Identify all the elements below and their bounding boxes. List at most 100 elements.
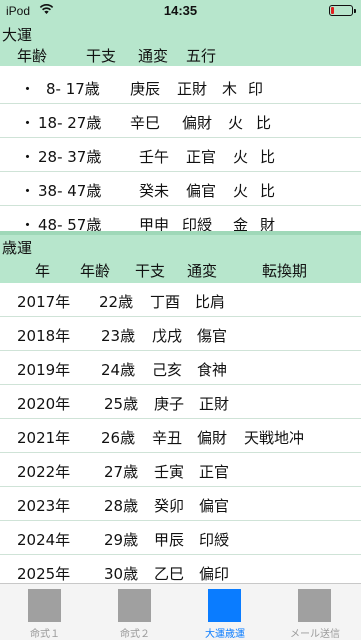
tab-label: 命式１: [30, 629, 60, 640]
saiun-tsuhen: 偏財: [197, 429, 228, 447]
saiun-row[interactable]: 2020年 25歳 庚子 正財: [0, 385, 361, 419]
tab-label: 命式２: [120, 629, 150, 640]
taiun-gogyo-2: 比: [256, 114, 272, 132]
taiun-col-age: 年齢: [17, 47, 48, 65]
tab-placeholder-icon: [298, 589, 331, 622]
taiun-tsuhen: 正財: [177, 80, 208, 98]
taiun-row[interactable]: ・ 38- 47歳 癸未 偏官 火 比: [0, 172, 361, 206]
row-bullet: ・: [20, 80, 36, 98]
saiun-kanshi: 辛丑: [152, 429, 183, 447]
saiun-tsuhen: 傷官: [197, 327, 228, 345]
saiun-tsuhen: 正官: [199, 463, 230, 481]
tab-placeholder-icon: [208, 589, 241, 622]
saiun-tsuhen: 正財: [199, 395, 230, 413]
saiun-col-year: 年: [35, 262, 51, 280]
status-bar: iPod 14:35: [0, 0, 361, 22]
saiun-header: 歳運 年 年齢 干支 通変 転換期: [0, 235, 361, 283]
battery-icon: [329, 5, 356, 16]
taiun-kanshi: 癸未: [139, 182, 170, 200]
saiun-age: 24歳: [101, 361, 136, 379]
saiun-year: 2023年: [17, 497, 71, 515]
taiun-row[interactable]: ・ 28- 37歳 壬午 正官 火 比: [0, 138, 361, 172]
saiun-row[interactable]: 2023年 28歳 癸卯 偏官: [0, 487, 361, 521]
battery-cap: [354, 9, 356, 13]
saiun-age: 29歳: [104, 531, 139, 549]
battery-level: [331, 7, 334, 14]
saiun-row[interactable]: 2017年 22歳 丁酉 比肩: [0, 283, 361, 317]
saiun-year: 2019年: [17, 361, 71, 379]
saiun-kanshi: 壬寅: [154, 463, 185, 481]
saiun-col-tenkan: 転換期: [262, 262, 308, 280]
taiun-kanshi: 辛巳: [130, 114, 161, 132]
saiun-year: 2022年: [17, 463, 71, 481]
tab-meishiki-1[interactable]: 命式１: [0, 584, 90, 640]
saiun-kanshi: 庚子: [154, 395, 185, 413]
saiun-kanshi: 戊戌: [152, 327, 183, 345]
taiun-row[interactable]: ・ 8- 17歳 庚辰 正財 木 印: [0, 70, 361, 104]
saiun-year: 2021年: [17, 429, 71, 447]
taiun-title: 大運: [2, 26, 33, 44]
saiun-age: 26歳: [101, 429, 136, 447]
saiun-year: 2024年: [17, 531, 71, 549]
taiun-gogyo-1: 火: [228, 114, 244, 132]
saiun-year: 2025年: [17, 565, 71, 583]
saiun-tsuhen: 比肩: [195, 293, 226, 311]
tab-meishiki-2[interactable]: 命式２: [90, 584, 180, 640]
saiun-col-age: 年齢: [80, 262, 111, 280]
tab-taiun-saiun[interactable]: 大運歳運: [180, 584, 270, 640]
saiun-row[interactable]: 2021年 26歳 辛丑 偏財 天戦地冲: [0, 419, 361, 453]
taiun-col-kanshi: 干支: [86, 47, 117, 65]
saiun-tenkan: 天戦地冲: [244, 429, 305, 447]
saiun-year: 2017年: [17, 293, 71, 311]
row-bullet: ・: [20, 114, 36, 132]
saiun-kanshi: 甲辰: [154, 531, 185, 549]
saiun-year: 2018年: [17, 327, 71, 345]
saiun-kanshi: 己亥: [152, 361, 183, 379]
taiun-gogyo-1: 木: [222, 80, 238, 98]
saiun-year: 2020年: [17, 395, 71, 413]
taiun-age: 38- 47歳: [38, 182, 102, 200]
tab-label: メール送信: [290, 629, 340, 640]
saiun-tsuhen: 食神: [197, 361, 228, 379]
saiun-tsuhen: 印綬: [199, 531, 230, 549]
taiun-tsuhen: 偏財: [182, 114, 213, 132]
saiun-kanshi: 丁酉: [150, 293, 181, 311]
saiun-row[interactable]: 2018年 23歳 戊戌 傷官: [0, 317, 361, 351]
row-bullet: ・: [20, 148, 36, 166]
taiun-tsuhen: 偏官: [186, 182, 217, 200]
taiun-gogyo-1: 火: [233, 148, 249, 166]
saiun-row[interactable]: 2022年 27歳 壬寅 正官: [0, 453, 361, 487]
taiun-age: 28- 37歳: [38, 148, 102, 166]
saiun-age: 27歳: [104, 463, 139, 481]
saiun-title: 歳運: [2, 239, 33, 257]
saiun-tsuhen: 偏官: [199, 497, 230, 515]
taiun-row[interactable]: ・ 18- 27歳 辛巳 偏財 火 比: [0, 104, 361, 138]
saiun-col-kanshi: 干支: [135, 262, 166, 280]
saiun-col-tsuhen: 通変: [187, 262, 218, 280]
saiun-row[interactable]: 2025年 30歳 乙巳 偏印: [0, 555, 361, 583]
taiun-row[interactable]: ・ 48- 57歳 甲申 印綬 金 財: [0, 206, 361, 234]
saiun-age: 25歳: [104, 395, 139, 413]
tab-bar: 命式１ 命式２ 大運歳運 メール送信: [0, 583, 361, 640]
taiun-age: 18- 27歳: [38, 114, 102, 132]
row-bullet: ・: [20, 182, 36, 200]
saiun-tsuhen: 偏印: [199, 565, 230, 583]
taiun-col-gogyo: 五行: [186, 47, 217, 65]
saiun-age: 23歳: [101, 327, 136, 345]
taiun-tsuhen: 正官: [186, 148, 217, 166]
tab-mail-send[interactable]: メール送信: [270, 584, 360, 640]
saiun-age: 22歳: [99, 293, 134, 311]
saiun-age: 28歳: [104, 497, 139, 515]
taiun-kanshi: 庚辰: [130, 80, 161, 98]
clock: 14:35: [163, 3, 198, 18]
saiun-row[interactable]: 2024年 29歳 甲辰 印綬: [0, 521, 361, 555]
taiun-gogyo-2: 比: [260, 182, 276, 200]
taiun-header: 大運 年齢 干支 通変 五行: [0, 22, 361, 66]
saiun-age: 30歳: [104, 565, 139, 583]
tab-label: 大運歳運: [205, 629, 245, 640]
taiun-kanshi: 壬午: [139, 148, 170, 166]
tab-placeholder-icon: [118, 589, 151, 622]
taiun-age: 8- 17歳: [46, 80, 100, 98]
taiun-gogyo-1: 火: [233, 182, 249, 200]
saiun-row[interactable]: 2019年 24歳 己亥 食神: [0, 351, 361, 385]
